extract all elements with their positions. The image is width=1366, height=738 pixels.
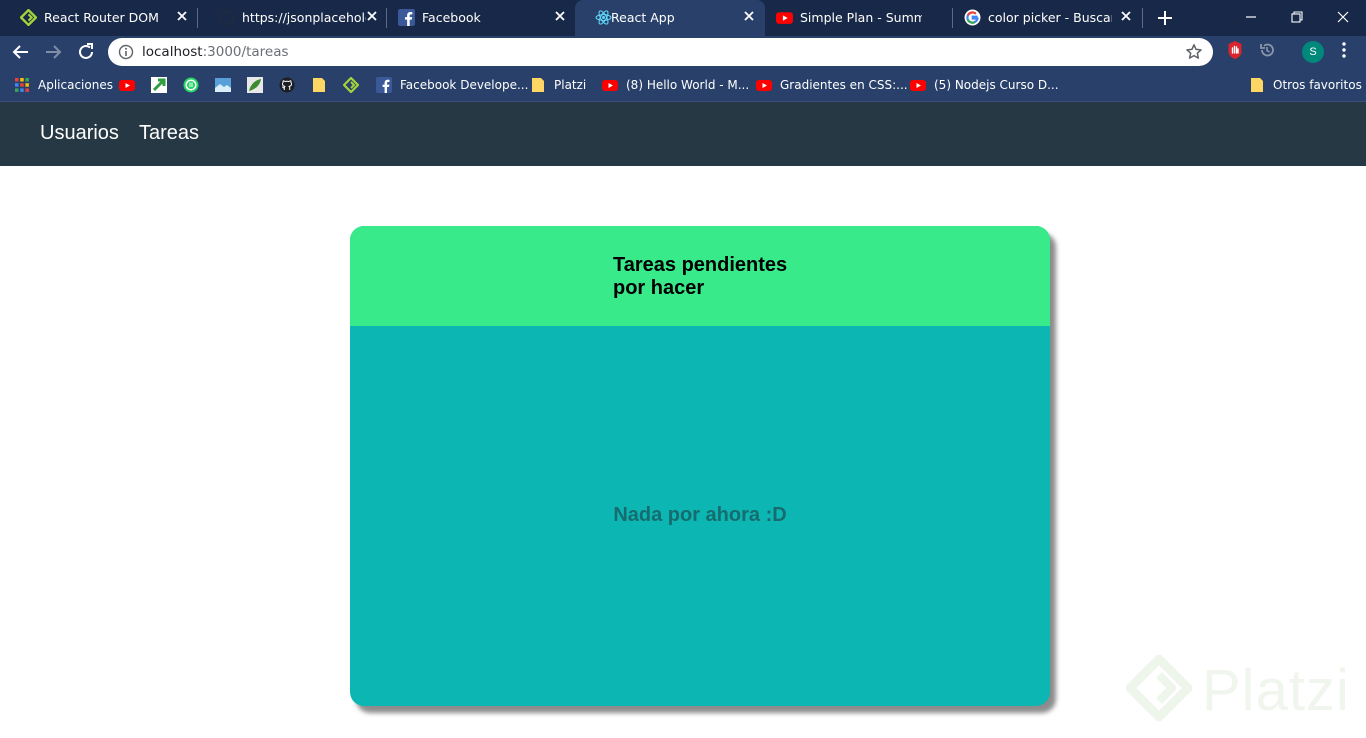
url-path: :3000/tareas (202, 44, 289, 60)
bookmark-label: (8) Hello World - M... (626, 78, 750, 92)
address-bar[interactable]: localhost:3000/tareas (108, 38, 1213, 66)
bookmark-label: Facebook Develope... (400, 78, 529, 92)
platzi-logo-icon (1126, 655, 1192, 722)
bookmark-label: Platzi (554, 78, 587, 92)
reload-icon[interactable] (75, 41, 97, 63)
folder-icon (532, 78, 544, 92)
tab-title: React App (611, 10, 675, 25)
bookmark-nodejs-curso[interactable]: (5) Nodejs Curso D... (910, 76, 1059, 94)
bookmark-facebook-developers[interactable]: Facebook Develope... (376, 76, 528, 94)
leaf-icon (247, 77, 263, 93)
landscape-icon (215, 78, 231, 92)
info-icon[interactable] (118, 44, 134, 60)
tab-color-picker[interactable]: color picker - Buscar co (944, 0, 1140, 36)
profile-avatar[interactable]: S (1302, 41, 1324, 63)
tasks-card: Tareas pendientes por hacer Nada por aho… (350, 226, 1050, 706)
youtube-icon (776, 12, 793, 24)
close-icon[interactable] (175, 9, 189, 23)
platzi-watermark: Platzi (1126, 655, 1356, 733)
tab-title: Facebook (422, 10, 481, 25)
bookmark-landscape[interactable] (215, 76, 231, 94)
facebook-icon (398, 9, 415, 26)
history-extension-icon[interactable] (1257, 40, 1277, 60)
browser-toolbar: localhost:3000/tareas (0, 36, 1366, 68)
stop-hand-extension-icon[interactable] (1225, 40, 1245, 60)
tab-facebook[interactable]: Facebook (378, 0, 574, 36)
folder-icon (313, 78, 325, 92)
youtube-icon (910, 80, 926, 91)
bookmark-youtube[interactable] (119, 76, 135, 94)
forward-arrow-icon[interactable] (42, 41, 64, 63)
github-icon (279, 77, 295, 93)
empty-tasks-message: Nada por ahora :D (613, 504, 787, 526)
bookmark-github[interactable] (279, 76, 295, 94)
green-arrow-icon (151, 77, 167, 93)
tab-jsonplaceholder[interactable]: https://jsonplaceholder. (198, 0, 386, 36)
tab-title: React Router DOM (44, 10, 159, 25)
app-navbar: Usuarios Tareas (0, 102, 1366, 166)
close-icon[interactable] (742, 9, 756, 23)
github-icon (218, 9, 235, 26)
platzi-watermark-text: Platzi (1202, 658, 1350, 723)
back-arrow-icon[interactable] (10, 41, 32, 63)
whatsapp-icon (183, 77, 199, 93)
tab-title: Simple Plan - Summer P (800, 10, 922, 25)
url-host: localhost (142, 44, 203, 60)
nav-link-tareas[interactable]: Tareas (139, 122, 199, 145)
google-icon (964, 9, 981, 26)
bookmark-aplicaciones[interactable]: Aplicaciones (14, 76, 113, 94)
close-window-icon[interactable] (1332, 6, 1354, 28)
restore-window-icon[interactable] (1286, 6, 1308, 28)
youtube-icon (756, 80, 772, 91)
bookmark-platzi[interactable]: Platzi (530, 76, 586, 94)
tab-title: color picker - Buscar co (988, 10, 1112, 25)
bookmarks-bar: Aplicaciones Facebook Develope... Platzi… (0, 68, 1366, 102)
tab-title: https://jsonplaceholder. (242, 10, 366, 25)
bookmark-label: (5) Nodejs Curso D... (934, 78, 1059, 92)
facebook-icon (376, 77, 392, 93)
folder-icon (1251, 78, 1263, 92)
apps-grid-icon (15, 78, 29, 92)
close-icon[interactable] (365, 9, 379, 23)
react-router-icon (20, 9, 37, 26)
tab-react-app[interactable]: React App (575, 0, 765, 36)
react-router-icon (343, 77, 359, 93)
bookmark-label: Aplicaciones (38, 78, 113, 92)
address-url[interactable]: localhost:3000/tareas (142, 44, 289, 60)
bookmark-whatsapp[interactable] (183, 76, 199, 94)
youtube-icon (602, 80, 618, 91)
tab-simple-plan[interactable]: Simple Plan - Summer P (756, 0, 952, 36)
tab-react-router-dom[interactable]: React Router DOM (0, 0, 196, 36)
minimize-window-icon[interactable] (1240, 6, 1262, 28)
bookmark-gradientes-css[interactable]: Gradientes en CSS:... (756, 76, 908, 94)
bookmark-folder[interactable] (311, 76, 327, 94)
close-icon[interactable] (553, 9, 567, 23)
bookmark-green-arrow[interactable] (151, 76, 167, 94)
bookmark-hello-world[interactable]: (8) Hello World - M... (602, 76, 749, 94)
nav-link-usuarios[interactable]: Usuarios (40, 122, 119, 145)
bookmark-label: Otros favoritos (1273, 78, 1362, 92)
bookmark-label: Gradientes en CSS:... (780, 78, 908, 92)
bookmark-star-icon[interactable] (1185, 43, 1203, 61)
youtube-icon (119, 80, 135, 91)
browser-tab-strip: React Router DOM https://jsonplaceholder… (0, 0, 1366, 36)
bookmark-leaf[interactable] (247, 76, 263, 94)
bookmark-otros-favoritos[interactable]: Otros favoritos (1249, 76, 1362, 94)
close-icon[interactable] (1119, 9, 1133, 23)
tasks-card-header: Tareas pendientes por hacer (350, 226, 1050, 326)
react-icon (595, 10, 612, 25)
menu-kebab-icon[interactable] (1334, 40, 1354, 60)
tasks-card-title: Tareas pendientes por hacer (613, 254, 788, 299)
new-tab-plus-icon[interactable] (1155, 8, 1175, 28)
tab-separator (1142, 8, 1143, 28)
bookmark-react-router[interactable] (343, 76, 359, 94)
